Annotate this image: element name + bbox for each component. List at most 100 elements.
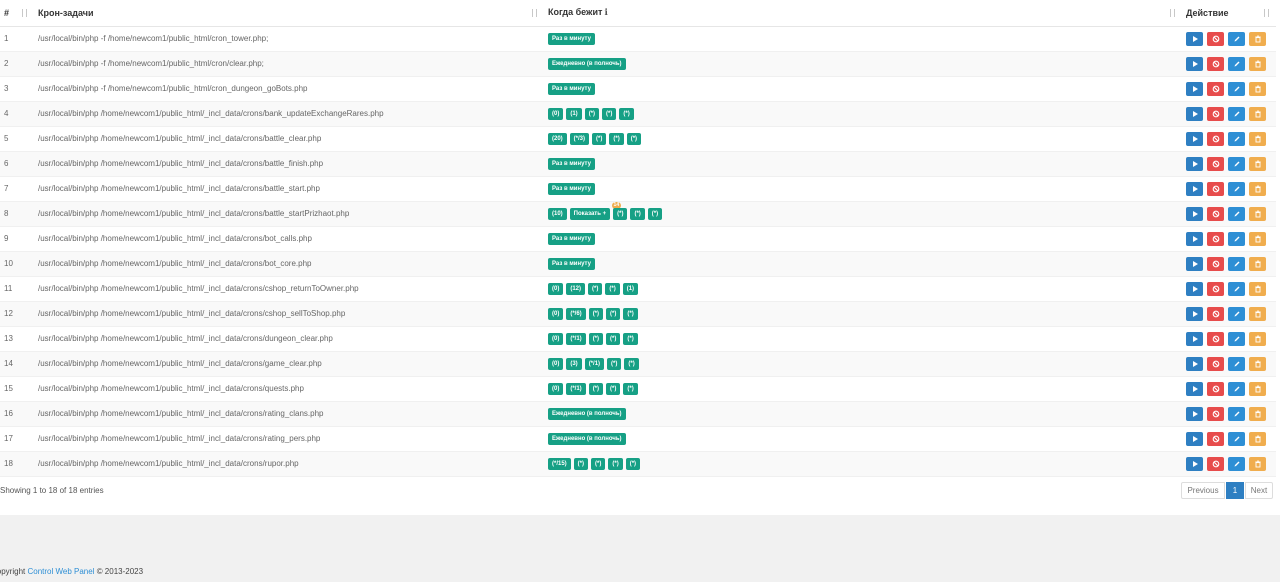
disable-button[interactable] — [1207, 181, 1224, 196]
schedule-cell: (0) (3) (*/1) (*) (*) — [544, 351, 1182, 377]
disable-button[interactable] — [1207, 431, 1224, 446]
run-button[interactable] — [1186, 356, 1203, 371]
delete-button[interactable] — [1249, 56, 1266, 71]
header-task[interactable]: Крон-задачи — [34, 0, 544, 27]
badge-label: (*) — [627, 335, 634, 342]
delete-button[interactable] — [1249, 281, 1266, 296]
run-button[interactable] — [1186, 431, 1203, 446]
edit-button[interactable] — [1228, 431, 1245, 446]
badge-label: (*) — [595, 460, 602, 467]
delete-button[interactable] — [1249, 206, 1266, 221]
delete-button[interactable] — [1249, 306, 1266, 321]
run-button[interactable] — [1186, 281, 1203, 296]
run-button[interactable] — [1186, 56, 1203, 71]
action-cell — [1182, 226, 1276, 252]
header-num[interactable]: # — [0, 0, 34, 27]
edit-button[interactable] — [1228, 181, 1245, 196]
table-row: 14/usr/local/bin/php /home/newcom1/publi… — [0, 351, 1276, 377]
edit-button[interactable] — [1228, 306, 1245, 321]
edit-button[interactable] — [1228, 381, 1245, 396]
run-button[interactable] — [1186, 231, 1203, 246]
disable-button[interactable] — [1207, 456, 1224, 471]
run-button[interactable] — [1186, 31, 1203, 46]
edit-button[interactable] — [1228, 256, 1245, 271]
run-button[interactable] — [1186, 406, 1203, 421]
delete-button[interactable] — [1249, 231, 1266, 246]
info-icon[interactable]: ℹ — [604, 7, 607, 17]
disable-button[interactable] — [1207, 281, 1224, 296]
badge-label: (*) — [577, 460, 585, 467]
edit-button[interactable] — [1228, 206, 1245, 221]
run-button[interactable] — [1186, 256, 1203, 271]
delete-button[interactable] — [1249, 406, 1266, 421]
edit-button[interactable] — [1228, 331, 1245, 346]
cron-command: /usr/local/bin/php /home/newcom1/public_… — [34, 376, 544, 402]
disable-button[interactable] — [1207, 306, 1224, 321]
run-button[interactable] — [1186, 381, 1203, 396]
pagination-next[interactable]: Next — [1245, 482, 1273, 499]
edit-button[interactable] — [1228, 31, 1245, 46]
run-button[interactable] — [1186, 156, 1203, 171]
header-when[interactable]: Когда бежит ℹ — [544, 0, 1182, 27]
run-button[interactable] — [1186, 306, 1203, 321]
run-button[interactable] — [1186, 131, 1203, 146]
disable-button[interactable] — [1207, 106, 1224, 121]
delete-button[interactable] — [1249, 81, 1266, 96]
disable-button[interactable] — [1207, 156, 1224, 171]
trash-icon — [1254, 160, 1262, 168]
schedule-badge: (0) — [548, 382, 564, 395]
disable-button[interactable] — [1207, 406, 1224, 421]
delete-button[interactable] — [1249, 431, 1266, 446]
brand-link[interactable]: Control Web Panel — [27, 567, 94, 576]
badge-label: (*) — [610, 335, 617, 342]
edit-button[interactable] — [1228, 81, 1245, 96]
schedule-badge[interactable]: Показать +14 — [569, 201, 622, 220]
run-button[interactable] — [1186, 206, 1203, 221]
table-row: 11/usr/local/bin/php /home/newcom1/publi… — [0, 276, 1276, 302]
edit-button[interactable] — [1228, 356, 1245, 371]
edit-button[interactable] — [1228, 406, 1245, 421]
delete-button[interactable] — [1249, 381, 1266, 396]
run-button[interactable] — [1186, 181, 1203, 196]
disable-button[interactable] — [1207, 356, 1224, 371]
delete-button[interactable] — [1249, 156, 1266, 171]
disable-button[interactable] — [1207, 381, 1224, 396]
disable-button[interactable] — [1207, 331, 1224, 346]
delete-button[interactable] — [1249, 131, 1266, 146]
schedule-badge: (0) — [548, 282, 564, 295]
run-button[interactable] — [1186, 456, 1203, 471]
delete-button[interactable] — [1249, 31, 1266, 46]
table-row: 18/usr/local/bin/php /home/newcom1/publi… — [0, 451, 1276, 477]
edit-button[interactable] — [1228, 106, 1245, 121]
disable-button[interactable] — [1207, 131, 1224, 146]
schedule-cell: Ежедневно (в полночь) — [544, 51, 1182, 77]
disable-button[interactable] — [1207, 31, 1224, 46]
delete-button[interactable] — [1249, 106, 1266, 121]
delete-button[interactable] — [1249, 181, 1266, 196]
badge-label: Раз в минуту — [552, 85, 591, 92]
edit-button[interactable] — [1228, 456, 1245, 471]
table-row: 17/usr/local/bin/php /home/newcom1/publi… — [0, 426, 1276, 452]
delete-button[interactable] — [1249, 456, 1266, 471]
pagination-previous[interactable]: Previous — [1181, 482, 1225, 499]
disable-button[interactable] — [1207, 256, 1224, 271]
badge-label: (*) — [617, 210, 624, 217]
schedule-cell: Раз в минуту — [544, 76, 1182, 102]
delete-button[interactable] — [1249, 256, 1266, 271]
disable-button[interactable] — [1207, 81, 1224, 96]
delete-button[interactable] — [1249, 356, 1266, 371]
delete-button[interactable] — [1249, 331, 1266, 346]
disable-button[interactable] — [1207, 56, 1224, 71]
disable-button[interactable] — [1207, 206, 1224, 221]
run-button[interactable] — [1186, 331, 1203, 346]
edit-button[interactable] — [1228, 131, 1245, 146]
edit-button[interactable] — [1228, 281, 1245, 296]
edit-button[interactable] — [1228, 56, 1245, 71]
pagination-page-current[interactable]: 1 — [1226, 482, 1244, 499]
run-button[interactable] — [1186, 81, 1203, 96]
disable-button[interactable] — [1207, 231, 1224, 246]
edit-button[interactable] — [1228, 231, 1245, 246]
badge-label: (*) — [610, 385, 617, 392]
run-button[interactable] — [1186, 106, 1203, 121]
edit-button[interactable] — [1228, 156, 1245, 171]
